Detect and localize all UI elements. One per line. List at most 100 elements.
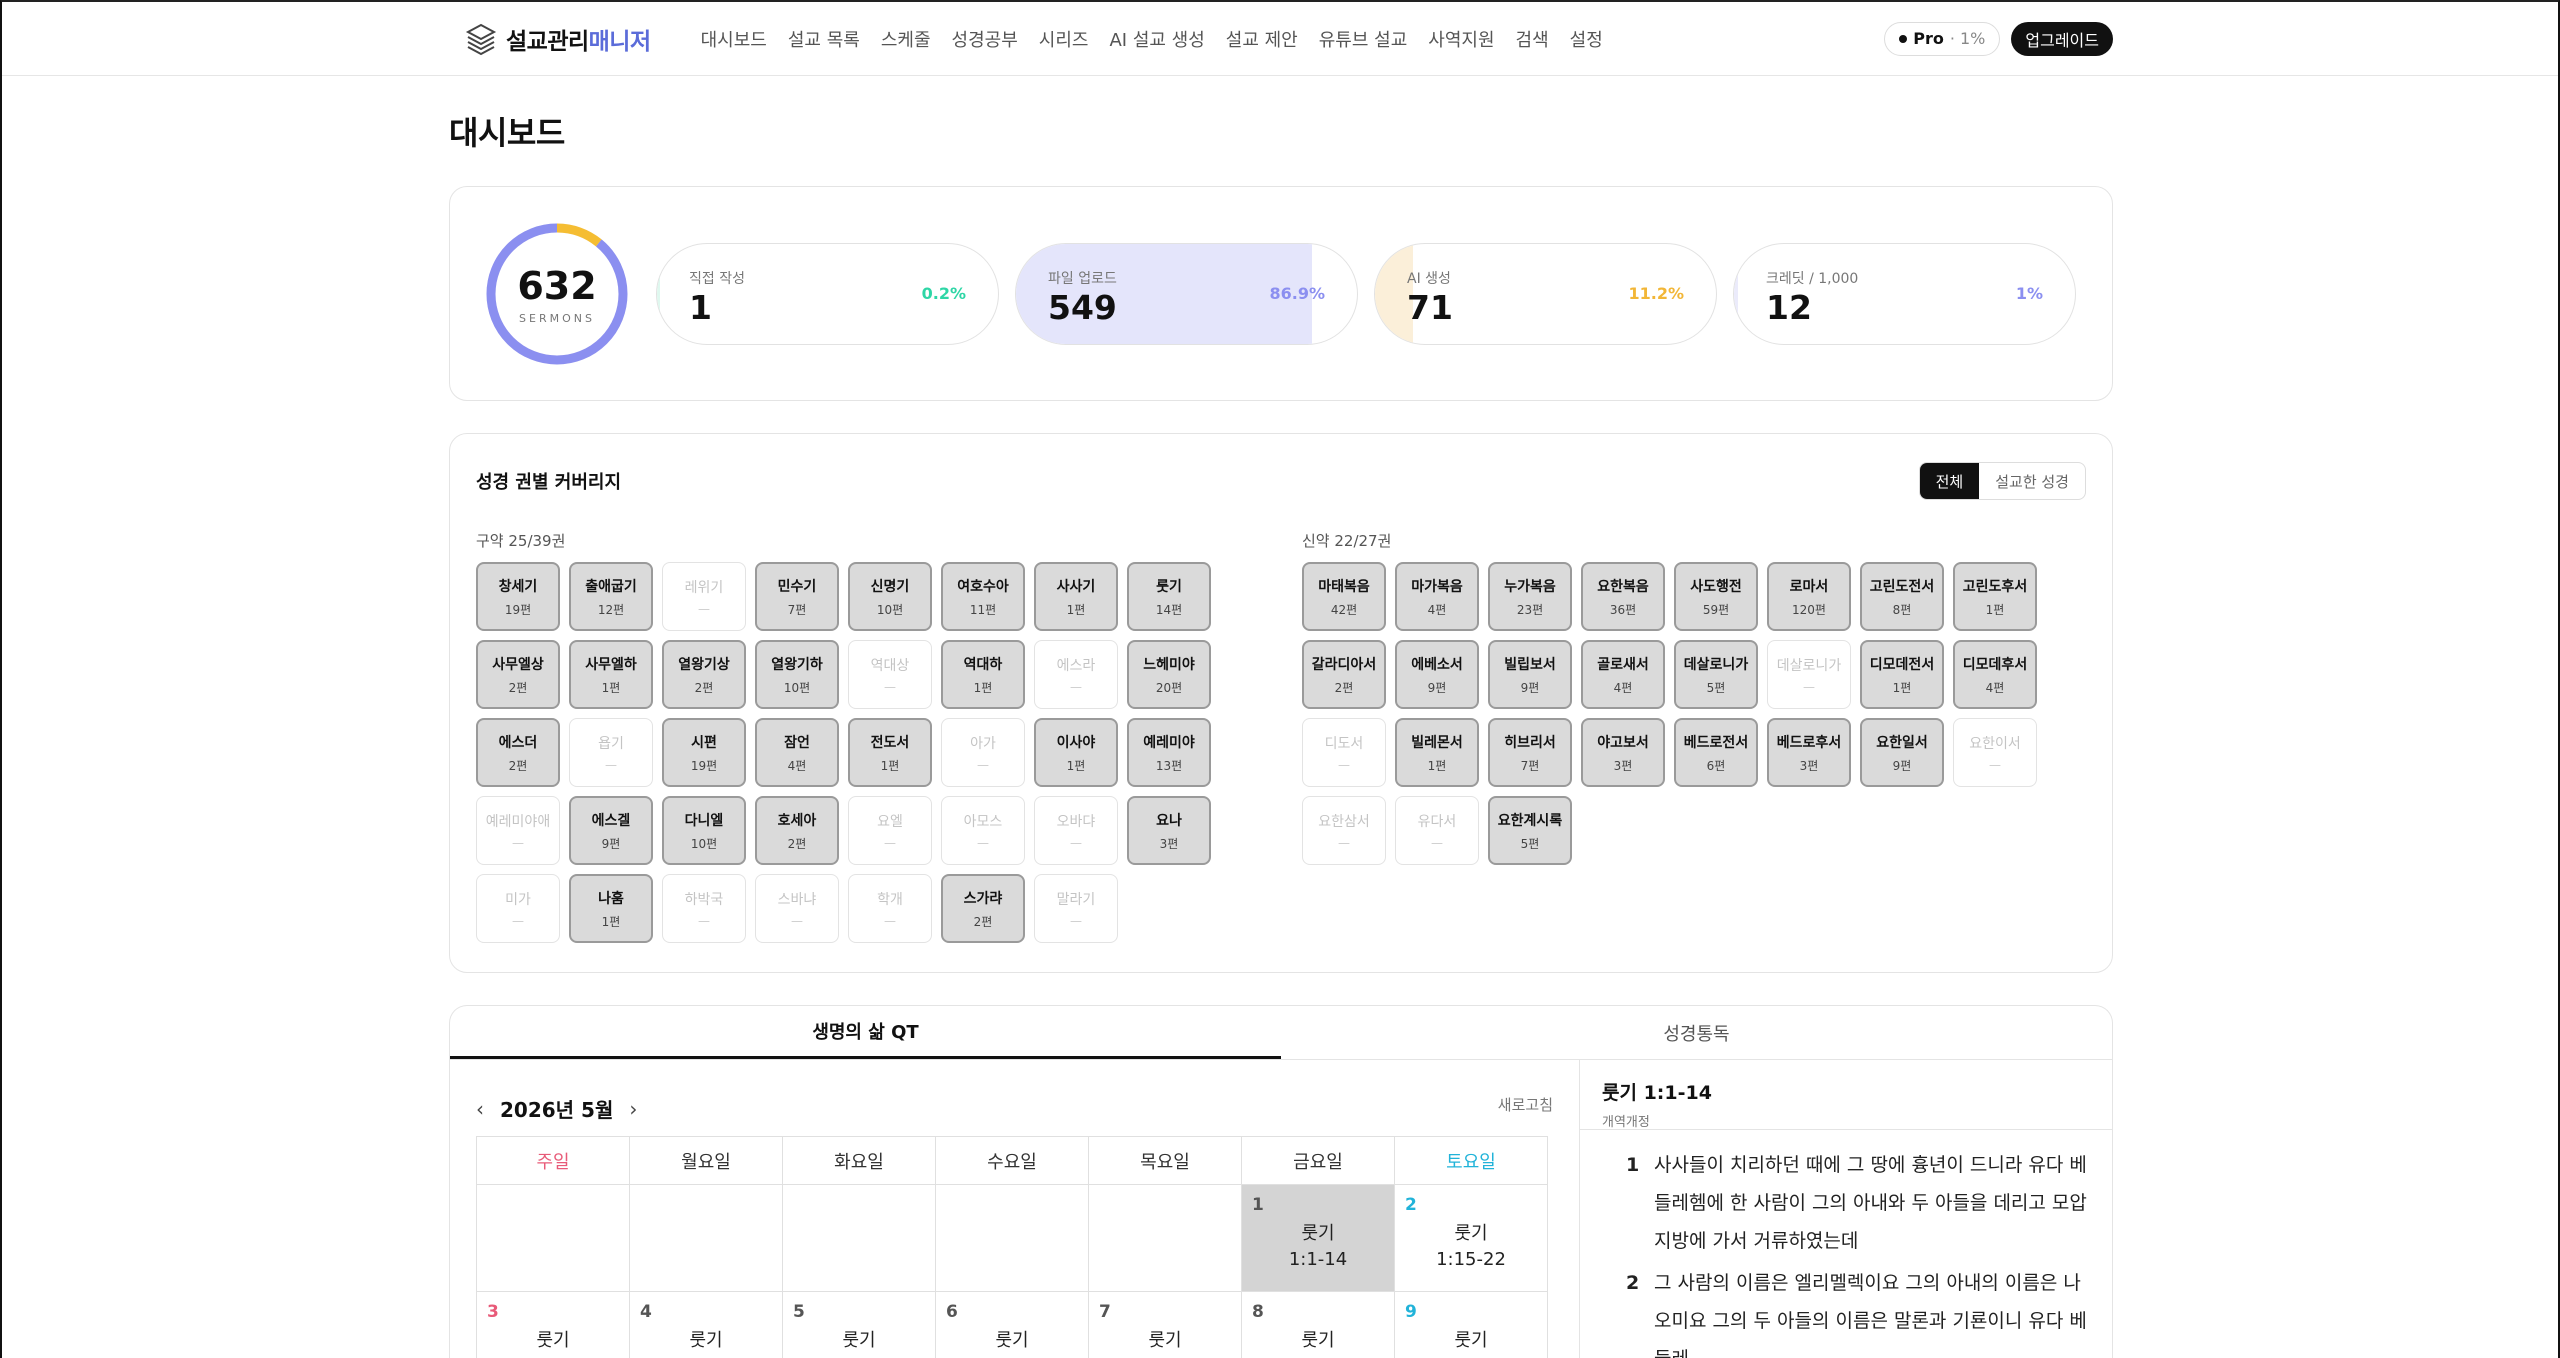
- nav-item[interactable]: AI 설교 생성: [1109, 26, 1204, 52]
- book-tile[interactable]: 로마서 120편: [1767, 562, 1851, 631]
- book-tile[interactable]: 고린도전서 8편: [1860, 562, 1944, 631]
- book-tile[interactable]: 히브리서 7편: [1488, 718, 1572, 787]
- tab-life-qt[interactable]: 생명의 삶 QT: [450, 1006, 1281, 1059]
- book-tile[interactable]: 스가랴 2편: [941, 874, 1025, 943]
- book-name: 호세아: [777, 812, 817, 829]
- book-tile[interactable]: 디모데후서 4편: [1953, 640, 2037, 709]
- nav-item[interactable]: 사역지원: [1428, 26, 1494, 52]
- book-tile[interactable]: 에스겔 9편: [569, 796, 653, 865]
- book-tile[interactable]: 열왕기상 2편: [662, 640, 746, 709]
- book-tile[interactable]: 요한복음 36편: [1581, 562, 1665, 631]
- book-tile[interactable]: 예레미야 13편: [1127, 718, 1211, 787]
- book-tile[interactable]: 누가복음 23편: [1488, 562, 1572, 631]
- book-tile[interactable]: 신명기 10편: [848, 562, 932, 631]
- book-tile[interactable]: 베드로후서 3편: [1767, 718, 1851, 787]
- book-tile[interactable]: 룻기 14편: [1127, 562, 1211, 631]
- book-tile[interactable]: 데살로니가 5편: [1674, 640, 1758, 709]
- app-logo[interactable]: 설교관리매니저: [464, 22, 651, 56]
- book-tile[interactable]: 전도서 1편: [848, 718, 932, 787]
- book-tile[interactable]: 사무엘하 1편: [569, 640, 653, 709]
- book-tile[interactable]: 사도행전 59편: [1674, 562, 1758, 631]
- nav-item[interactable]: 설교 목록: [788, 26, 860, 52]
- tab-bible-reading[interactable]: 성경통독: [1281, 1006, 2112, 1059]
- nav-item[interactable]: 설교 제안: [1226, 26, 1298, 52]
- calendar-day-cell[interactable]: 5 룻기: [782, 1291, 936, 1358]
- nav-item[interactable]: 유튜브 설교: [1319, 26, 1408, 52]
- book-tile[interactable]: 요한이서 —: [1953, 718, 2037, 787]
- prev-month-icon[interactable]: ‹: [476, 1097, 484, 1121]
- book-tile[interactable]: 예레미야애 —: [476, 796, 560, 865]
- book-tile[interactable]: 에스더 2편: [476, 718, 560, 787]
- nav-item[interactable]: 설정: [1570, 26, 1603, 52]
- book-tile[interactable]: 레위기 —: [662, 562, 746, 631]
- book-tile[interactable]: 출애굽기 12편: [569, 562, 653, 631]
- filter-preached-button[interactable]: 설교한 성경: [1979, 463, 2085, 499]
- book-name: 마가복음: [1411, 578, 1463, 595]
- calendar-day-cell[interactable]: 2 룻기 1:15-22: [1394, 1184, 1548, 1292]
- book-tile[interactable]: 마가복음 4편: [1395, 562, 1479, 631]
- book-tile[interactable]: 유다서 —: [1395, 796, 1479, 865]
- filter-all-button[interactable]: 전체: [1919, 463, 1980, 499]
- book-tile[interactable]: 골로새서 4편: [1581, 640, 1665, 709]
- book-tile[interactable]: 말라기 —: [1034, 874, 1118, 943]
- upgrade-button[interactable]: 업그레이드: [2011, 21, 2113, 56]
- calendar-day-cell[interactable]: 1 룻기 1:1-14: [1241, 1184, 1395, 1292]
- book-tile[interactable]: 창세기 19편: [476, 562, 560, 631]
- calendar-day-cell[interactable]: 4 룻기: [629, 1291, 783, 1358]
- book-tile[interactable]: 야고보서 3편: [1581, 718, 1665, 787]
- book-tile[interactable]: 호세아 2편: [755, 796, 839, 865]
- calendar-day-cell[interactable]: 9 룻기: [1394, 1291, 1548, 1358]
- nav-item[interactable]: 대시보드: [701, 26, 767, 52]
- book-tile[interactable]: 아모스 —: [941, 796, 1025, 865]
- next-month-icon[interactable]: ›: [629, 1097, 637, 1121]
- book-tile[interactable]: 여호수아 11편: [941, 562, 1025, 631]
- book-tile[interactable]: 열왕기하 10편: [755, 640, 839, 709]
- book-tile[interactable]: 데살로니가 —: [1767, 640, 1851, 709]
- book-tile[interactable]: 학개 —: [848, 874, 932, 943]
- book-name: 욥기: [598, 736, 624, 752]
- book-tile[interactable]: 베드로전서 6편: [1674, 718, 1758, 787]
- book-tile[interactable]: 요한일서 9편: [1860, 718, 1944, 787]
- refresh-button[interactable]: 새로고침: [1498, 1094, 1553, 1115]
- book-tile[interactable]: 디모데전서 1편: [1860, 640, 1944, 709]
- book-tile[interactable]: 빌레몬서 1편: [1395, 718, 1479, 787]
- book-tile[interactable]: 에스라 —: [1034, 640, 1118, 709]
- book-tile[interactable]: 민수기 7편: [755, 562, 839, 631]
- book-tile[interactable]: 사무엘상 2편: [476, 640, 560, 709]
- book-tile[interactable]: 빌립보서 9편: [1488, 640, 1572, 709]
- book-tile[interactable]: 스바냐 —: [755, 874, 839, 943]
- book-tile[interactable]: 아가 —: [941, 718, 1025, 787]
- book-tile[interactable]: 하박국 —: [662, 874, 746, 943]
- book-tile[interactable]: 역대하 1편: [941, 640, 1025, 709]
- book-name: 요한일서: [1876, 734, 1928, 751]
- book-tile[interactable]: 요한계시록 5편: [1488, 796, 1572, 865]
- book-tile[interactable]: 요한삼서 —: [1302, 796, 1386, 865]
- book-tile[interactable]: 역대상 —: [848, 640, 932, 709]
- book-tile[interactable]: 요나 3편: [1127, 796, 1211, 865]
- book-tile[interactable]: 에베소서 9편: [1395, 640, 1479, 709]
- book-tile[interactable]: 고린도후서 1편: [1953, 562, 2037, 631]
- book-tile[interactable]: 이사야 1편: [1034, 718, 1118, 787]
- calendar-day-cell[interactable]: 8 룻기: [1241, 1291, 1395, 1358]
- book-tile[interactable]: 욥기 —: [569, 718, 653, 787]
- calendar-day-cell[interactable]: 7 룻기: [1088, 1291, 1242, 1358]
- book-tile[interactable]: 갈라디아서 2편: [1302, 640, 1386, 709]
- nav-item[interactable]: 시리즈: [1039, 26, 1089, 52]
- book-tile[interactable]: 디도서 —: [1302, 718, 1386, 787]
- book-tile[interactable]: 나훔 1편: [569, 874, 653, 943]
- book-tile[interactable]: 미가 —: [476, 874, 560, 943]
- nav-item[interactable]: 성경공부: [952, 26, 1018, 52]
- book-tile[interactable]: 시편 19편: [662, 718, 746, 787]
- book-tile[interactable]: 오바댜 —: [1034, 796, 1118, 865]
- book-tile[interactable]: 느헤미야 20편: [1127, 640, 1211, 709]
- book-tile[interactable]: 사사기 1편: [1034, 562, 1118, 631]
- plan-badge[interactable]: Pro · 1%: [1884, 21, 2001, 56]
- book-tile[interactable]: 마태복음 42편: [1302, 562, 1386, 631]
- book-tile[interactable]: 다니엘 10편: [662, 796, 746, 865]
- calendar-day-cell[interactable]: 6 룻기: [935, 1291, 1089, 1358]
- book-tile[interactable]: 잠언 4편: [755, 718, 839, 787]
- calendar-day-cell[interactable]: 3 룻기: [476, 1291, 630, 1358]
- nav-item[interactable]: 스케줄: [881, 26, 931, 52]
- nav-item[interactable]: 검색: [1516, 26, 1549, 52]
- book-tile[interactable]: 요엘 —: [848, 796, 932, 865]
